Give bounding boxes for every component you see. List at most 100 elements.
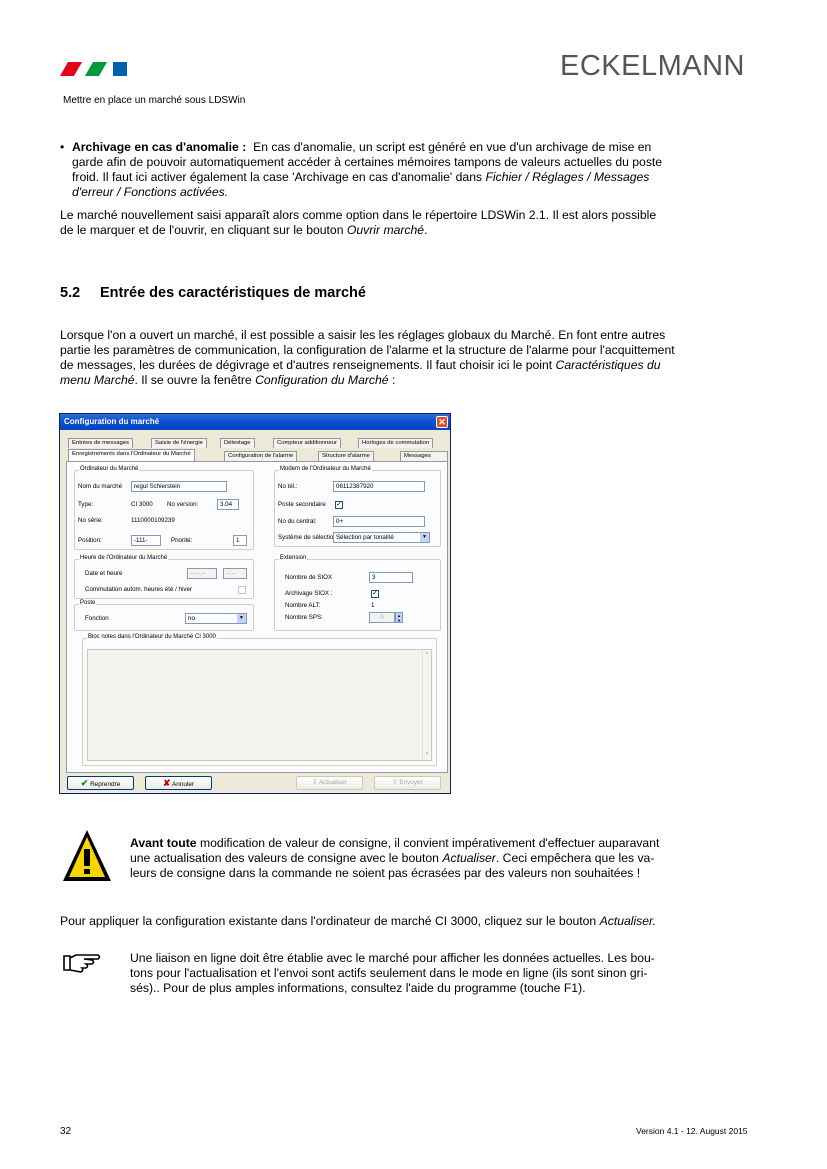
- group-poste-title: Poste: [79, 600, 97, 606]
- warning-line3: leurs de consigne dans la commande ne so…: [130, 866, 641, 880]
- dialog-title: Configuration du marché: [64, 417, 160, 426]
- notel-input[interactable]: 06112387920: [333, 481, 425, 492]
- logo-green-diamond: [84, 62, 108, 76]
- bullet-text-3: froid. Il faut ici activer également la …: [72, 170, 483, 184]
- section-number: 5.2: [60, 285, 81, 301]
- p2-line2: partie les paramètres de communication, …: [60, 343, 675, 357]
- poste-label: Poste secondaire: [278, 501, 326, 508]
- group-modem: Modem de l'Ordinateur du Marché No tél.:…: [274, 466, 441, 547]
- tab-enregistrements[interactable]: Enregistrements dans l'Ordinateur du Mar…: [68, 449, 195, 461]
- p2-line4b: :: [388, 373, 396, 387]
- fonction-label: Fonction: [85, 615, 109, 622]
- envoyer-button[interactable]: ⇧ Envoyer: [374, 776, 441, 790]
- noserie-value: 1110000109239: [131, 517, 175, 524]
- group-extension: Extension Nombre de SIOX 3 Archivage SIO…: [274, 555, 441, 631]
- bullet-text-2: garde afin de pouvoir automatiquement ac…: [72, 155, 663, 169]
- notes-textarea[interactable]: ▲ ▼: [87, 649, 432, 761]
- annuler-label: Annuler: [171, 781, 194, 788]
- check-icon: ✔: [80, 778, 89, 788]
- page-number: 32: [60, 1126, 72, 1137]
- p1-line1: Le marché nouvellement saisi apparaît al…: [60, 208, 657, 222]
- group-poste: Poste Fonction no ▼: [74, 600, 254, 631]
- sps-spinner[interactable]: 0: [369, 612, 395, 623]
- p1-line2a: de le marquer et de l'ouvrir, en cliquan…: [60, 223, 344, 237]
- p1-line2b: .: [424, 223, 428, 237]
- systeme-label: Système de sélectio: [278, 534, 334, 541]
- dialog-titlebar: Configuration du marché ✕: [60, 414, 450, 430]
- tab-config-alarme[interactable]: Configuration de l'alarme: [224, 451, 298, 461]
- scroll-down-icon[interactable]: ▼: [423, 751, 431, 760]
- tab-entrees-messages[interactable]: Entrées de messages: [68, 438, 133, 448]
- close-icon[interactable]: ✕: [436, 416, 448, 428]
- group-modem-title: Modem de l'Ordinateur du Marché: [279, 466, 372, 472]
- bullet-path-2: d'erreur / Fonctions activées.: [72, 185, 229, 199]
- group-heure: Heure de l'Ordinateur du Marché Date et …: [74, 555, 254, 599]
- envoyer-label: Envoyer: [399, 779, 423, 786]
- nocentral-input[interactable]: 0+: [333, 516, 425, 527]
- tab-horloges[interactable]: Horloges de commutation: [358, 438, 434, 448]
- date-input[interactable]: --.--.--: [187, 568, 217, 579]
- commut-label: Commutation autom. heures été / hiver: [85, 586, 192, 593]
- annuler-button[interactable]: ✘ Annuler: [145, 776, 212, 790]
- spinner-arrows-icon[interactable]: ▲ ▼: [395, 612, 403, 623]
- bullet-term: Archivage en cas d'anomalie :: [72, 140, 247, 154]
- warning-line2b: . Ceci empêchera que les va-: [495, 851, 655, 865]
- actualiser-label: Actualiser: [318, 779, 347, 786]
- tab-compteur[interactable]: Compteur additionneur: [273, 438, 341, 448]
- bullet-path-1: Fichier / Réglages / Messages: [485, 170, 650, 184]
- tab-messages[interactable]: Messages: [400, 451, 448, 461]
- sps-label: Nombre SPS:: [285, 614, 323, 621]
- notel-label: No tél.:: [278, 483, 298, 490]
- systeme-select[interactable]: Sélection par tonalité ▼: [333, 532, 430, 543]
- warning-icon: [61, 827, 113, 885]
- fonction-select[interactable]: no ▼: [185, 613, 247, 624]
- p3-italic: Actualiser.: [599, 914, 657, 928]
- tab-structure-alarme[interactable]: Structure d'alarme: [318, 451, 374, 461]
- cross-icon: ✘: [162, 778, 171, 788]
- type-value: CI 3000: [131, 501, 153, 508]
- position-input[interactable]: -111-: [131, 535, 161, 546]
- scroll-up-icon[interactable]: ▲: [423, 650, 431, 659]
- group-ordinateur: Ordinateur du Marché Nom du marché regul…: [74, 466, 254, 550]
- siox-input[interactable]: 3: [369, 572, 413, 583]
- time-input[interactable]: --:--: [223, 568, 247, 579]
- version-info: Version 4.1 - 12. August 2015: [636, 1126, 748, 1136]
- priorite-input[interactable]: 1: [233, 535, 247, 546]
- warning-text: Avant toute modification de valeur de co…: [130, 836, 770, 881]
- noversion-input[interactable]: 3.04: [217, 499, 239, 510]
- fonction-value: no: [188, 615, 195, 622]
- noserie-label: No série:: [78, 517, 103, 524]
- warning-bold: Avant toute: [130, 836, 197, 850]
- paragraph-3: Pour appliquer la configuration existant…: [60, 914, 780, 929]
- poste-checkbox[interactable]: ✓: [335, 501, 343, 509]
- warning-line2i: Actualiser: [442, 851, 496, 865]
- position-label: Position:: [78, 537, 102, 544]
- group-notes-title: Bloc notes dans l'Ordinateur du Marché C…: [87, 634, 217, 640]
- logo-blue-square: [113, 62, 127, 76]
- commut-checkbox[interactable]: [238, 586, 246, 594]
- warning-line2a: une actualisation des valeurs de consign…: [130, 851, 439, 865]
- alt-label: Nombre ALT:: [285, 602, 321, 609]
- notes-scrollbar[interactable]: ▲ ▼: [422, 650, 431, 760]
- note-line1: Une liaison en ligne doit être établie a…: [130, 951, 655, 965]
- note-text: Une liaison en ligne doit être établie a…: [130, 951, 770, 996]
- pointing-hand-icon: [62, 952, 102, 974]
- p2-line4a: . Il se ouvre la fenêtre: [134, 373, 252, 387]
- tab-delestage[interactable]: Délestage: [220, 438, 255, 448]
- chevron-down-icon[interactable]: ▼: [420, 533, 429, 542]
- nom-input[interactable]: regul Schierstein: [131, 481, 227, 492]
- p2-line4i: menu Marché: [60, 373, 135, 387]
- actualiser-button[interactable]: ⇩ Actualiser: [296, 776, 363, 790]
- group-extension-title: Extension: [279, 555, 308, 561]
- reprendre-button[interactable]: ✔ Reprendre: [67, 776, 134, 790]
- paragraph-1: Le marché nouvellement saisi apparaît al…: [60, 208, 770, 238]
- p1-line2i: Ouvrir marché: [346, 223, 425, 237]
- archsiox-checkbox[interactable]: ✓: [371, 590, 379, 598]
- nom-label: Nom du marché: [78, 483, 123, 490]
- tab-saisie-energie[interactable]: Saisie de l'énergie: [151, 438, 207, 448]
- p2-line1: Lorsque l'on a ouvert un marché, il est …: [60, 328, 666, 342]
- chevron-down-icon[interactable]: ▼: [237, 614, 246, 623]
- section-heading: 5.2 Entrée des caractéristiques de marché: [60, 285, 366, 301]
- nocentral-label: No du central:: [278, 518, 317, 525]
- download-arrow-icon: ⇩: [312, 779, 318, 786]
